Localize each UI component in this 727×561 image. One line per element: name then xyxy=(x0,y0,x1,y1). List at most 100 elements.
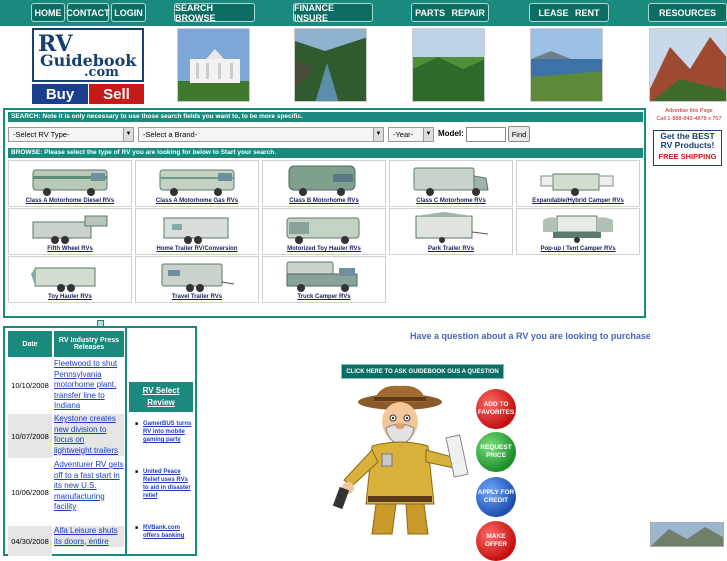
rv-type-travel-trailer[interactable]: Travel Trailer RVs xyxy=(135,256,259,303)
press-releases-table: Date RV Industry Press Releases 10/10/20… xyxy=(3,326,127,556)
popup-camper-icon xyxy=(543,215,613,243)
model-input[interactable] xyxy=(466,127,506,142)
canyon-river-photo xyxy=(294,28,367,102)
news-date: 04/30/2008 xyxy=(8,526,52,556)
rv-type-toy-hauler[interactable]: Toy Hauler RVs xyxy=(8,256,132,303)
brand-value: -Select a Brand- xyxy=(143,130,198,139)
rv-type-select[interactable]: -Select RV Type- ▼ xyxy=(8,127,134,142)
news-link[interactable]: Adventurer RV gets off to a fast start i… xyxy=(54,460,124,513)
find-button[interactable]: Find xyxy=(508,126,530,142)
advertise-link[interactable]: Advertise this Page xyxy=(651,107,727,115)
news-link[interactable]: Fleetwood to shut Pennsylvania motorhome… xyxy=(54,359,124,412)
rv-type-label: Fifth Wheel RVs xyxy=(47,246,93,252)
class-a-gas-icon xyxy=(159,169,235,196)
class-c-icon xyxy=(413,167,489,196)
chevron-down-icon: ▼ xyxy=(373,128,383,141)
brand-select[interactable]: -Select a Brand- ▼ xyxy=(138,127,384,142)
best-ad-line2: RV Products! xyxy=(660,140,715,150)
chevron-down-icon: ▼ xyxy=(123,128,133,141)
rv-type-class-c[interactable]: Class C Motorhome RVs xyxy=(389,160,513,207)
class-a-diesel-icon xyxy=(32,169,108,196)
rv-type-class-a-gas[interactable]: Class A Motorhome Gas RVs xyxy=(135,160,259,207)
year-select[interactable]: -Year- ▼ xyxy=(388,127,434,142)
white-house-photo xyxy=(177,28,250,102)
logo-frame: RV Guidebook .com xyxy=(32,28,144,82)
travel-trailer-icon xyxy=(161,263,235,292)
nav-resources-button[interactable]: RESOURCES xyxy=(648,3,727,22)
request-price-button[interactable]: REQUEST PRICE xyxy=(476,432,516,472)
rv-type-class-b[interactable]: Class B Motorhome RVs xyxy=(262,160,386,207)
rv-type-label: Class B Motorhome RVs xyxy=(289,198,359,204)
rv-type-label: Toy Hauler RVs xyxy=(48,294,92,300)
top-nav-bar: HOME CONTACT LOGIN SEARCH BROWSE FINANCE… xyxy=(0,0,727,26)
rv-type-park-trailer[interactable]: Park Trailer RVs xyxy=(389,208,513,255)
buy-button[interactable]: Buy xyxy=(32,84,88,104)
rv-type-label: Class C Motorhome RVs xyxy=(416,198,486,204)
nav-contact-button[interactable]: CONTACT xyxy=(66,3,110,22)
guidebook-gus-mascot xyxy=(332,385,469,535)
make-offer-button[interactable]: MAKE OFFER xyxy=(476,521,516,561)
year-value: -Year- xyxy=(393,130,414,139)
green-hills-photo xyxy=(412,28,485,102)
rv-type-label: Motorized Toy Hauler RVs xyxy=(287,246,361,252)
rv-select-review-title[interactable]: RV Select Review xyxy=(129,382,193,412)
rv-type-motorized-toy-hauler[interactable]: Motorized Toy Hauler RVs xyxy=(262,208,386,255)
free-shipping-text: FREE SHIPPING xyxy=(658,152,717,161)
nav-login-button[interactable]: LOGIN xyxy=(111,3,146,22)
rv-type-fifth-wheel[interactable]: Fifth Wheel RVs xyxy=(8,208,132,255)
class-b-icon xyxy=(288,165,356,196)
advertise-phone: Call 1-888-843-4878 x 707 xyxy=(656,116,722,122)
review-item[interactable]: GamerBUS turns RV into mobile gaming par… xyxy=(135,420,195,444)
logo-com-text: .com xyxy=(84,65,119,80)
rv-type-label: Expandable/Hybrid Camper RVs xyxy=(532,198,624,204)
rv-type-class-a-diesel[interactable]: Class A Motorhome Diesel RVs xyxy=(8,160,132,207)
news-row: 10/06/2008 Adventurer RV gets off to a f… xyxy=(8,460,124,524)
lake-shore-photo xyxy=(530,28,603,102)
toy-hauler-icon xyxy=(31,267,96,292)
rv-select-review-box: RV Select Review GamerBUS turns RV into … xyxy=(127,326,197,556)
news-title-header: RV Industry Press Releases xyxy=(54,331,124,357)
nav-finance-insure-button[interactable]: FINANCE INSURE xyxy=(293,3,373,23)
rv-type-popup-tent[interactable]: Pop-up / Tent Camper RVs xyxy=(516,208,640,255)
search-browse-panel: SEARCH: Note it is only necessary to use… xyxy=(3,108,646,318)
news-row: 04/30/2008 Alfa Leisure shuts its doors,… xyxy=(8,526,124,556)
nav-search-browse-button[interactable]: SEARCH BROWSE xyxy=(174,3,255,23)
rv-type-label: Class A Motorhome Gas RVs xyxy=(155,198,239,204)
best-rv-products-ad[interactable]: Get the BEST RV Products! FREE SHIPPING xyxy=(653,130,722,166)
news-date: 10/10/2008 xyxy=(8,359,52,412)
rv-type-truck-camper[interactable]: Truck Camper RVs xyxy=(262,256,386,303)
truck-camper-icon xyxy=(286,261,358,292)
rv-type-expandable-hybrid[interactable]: Expandable/Hybrid Camper RVs xyxy=(516,160,640,207)
advertise-text[interactable]: Advertise this Page Call 1-888-843-4878 … xyxy=(651,107,727,123)
nav-lease-rent-button[interactable]: LEASE RENT xyxy=(529,3,609,22)
rv-type-label: Home Trailer RV/Conversion xyxy=(156,246,238,252)
toy-hauler-motorized-icon xyxy=(286,217,360,244)
red-rock-mountains-photo xyxy=(649,28,727,102)
browse-header: BROWSE: Please select the type of RV you… xyxy=(8,148,643,158)
rv-type-label: Class A Motorhome Diesel RVs xyxy=(25,198,115,204)
news-row: 10/07/2008 Keystone creates new division… xyxy=(8,414,124,458)
rv-type-value: -Select RV Type- xyxy=(13,130,70,139)
rv-type-label: Truck Camper RVs xyxy=(297,294,351,300)
news-link[interactable]: Keystone creates new division to focus o… xyxy=(54,414,124,456)
sell-button[interactable]: Sell xyxy=(89,84,144,104)
rv-type-label: Park Trailer RVs xyxy=(428,246,474,252)
hybrid-camper-icon xyxy=(540,173,614,196)
nav-parts-repair-button[interactable]: PARTS REPAIR xyxy=(411,3,489,22)
model-label: Model: xyxy=(438,129,464,138)
add-to-favorites-button[interactable]: ADD TO FAVORITES xyxy=(476,389,516,429)
rv-guidebook-logo[interactable]: RV Guidebook .com Buy Sell xyxy=(32,28,147,104)
news-row: 10/10/2008 Fleetwood to shut Pennsylvani… xyxy=(8,359,124,412)
review-item[interactable]: RVBank.com offers banking xyxy=(135,524,195,540)
home-trailer-icon xyxy=(163,217,229,244)
rv-type-home-trailer[interactable]: Home Trailer RV/Conversion xyxy=(135,208,259,255)
ask-guidebook-gus-button[interactable]: CLICK HERE TO ASK GUIDEBOOK GUS A QUESTI… xyxy=(341,364,504,379)
rv-type-label: Travel Trailer RVs xyxy=(171,294,223,300)
rv-type-label: Pop-up / Tent Camper RVs xyxy=(540,246,616,252)
news-link[interactable]: Alfa Leisure shuts its doors, entire xyxy=(54,526,124,547)
fifth-wheel-icon xyxy=(32,215,108,244)
nav-home-button[interactable]: HOME xyxy=(31,3,65,22)
apply-for-credit-button[interactable]: APPLY FOR CREDIT xyxy=(476,477,516,517)
review-item[interactable]: United Peace Relief uses RVs to aid in d… xyxy=(135,468,195,500)
bottom-right-photo xyxy=(650,522,724,547)
